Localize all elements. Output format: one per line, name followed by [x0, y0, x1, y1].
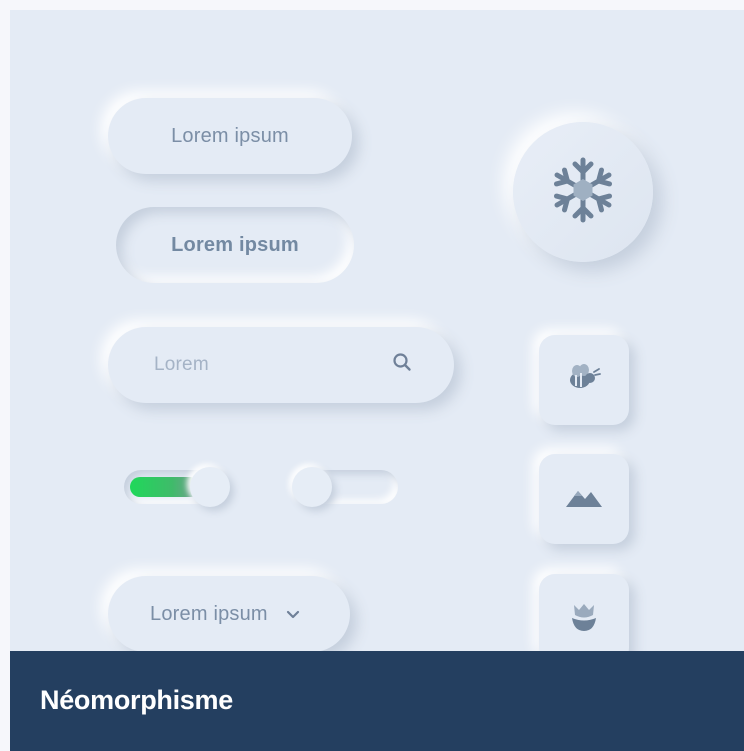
snowflake-button[interactable]: [513, 122, 653, 262]
raised-button[interactable]: Lorem ipsum: [108, 98, 352, 174]
search-icon[interactable]: [392, 352, 412, 378]
toggle-switch-off[interactable]: [292, 467, 398, 507]
raised-button-label: Lorem ipsum: [171, 124, 289, 147]
dropdown-value: Lorem ipsum: [150, 602, 268, 625]
bee-icon: [566, 362, 602, 399]
tulip-icon: [569, 601, 599, 638]
footer-banner: Néomorphisme: [10, 651, 744, 751]
toggle-knob[interactable]: [292, 467, 332, 507]
snowflake-icon: [545, 152, 621, 233]
chevron-down-icon: [286, 603, 300, 626]
search-input[interactable]: Lorem: [108, 327, 454, 403]
dropdown-select[interactable]: Lorem ipsum: [108, 576, 350, 652]
neumorphism-preview-card: Lorem ipsum Lorem ipsum Lorem Lorem ipsu…: [10, 10, 744, 751]
toggle-knob[interactable]: [190, 467, 230, 507]
mountain-button[interactable]: [539, 454, 629, 544]
toggle-switch-on[interactable]: [124, 467, 230, 507]
mountain-icon: [564, 485, 604, 514]
footer-title: Néomorphisme: [40, 685, 233, 715]
pressed-button[interactable]: Lorem ipsum: [116, 207, 354, 283]
bee-button[interactable]: [539, 335, 629, 425]
search-placeholder: Lorem: [154, 354, 209, 375]
pressed-button-label: Lorem ipsum: [171, 233, 299, 256]
